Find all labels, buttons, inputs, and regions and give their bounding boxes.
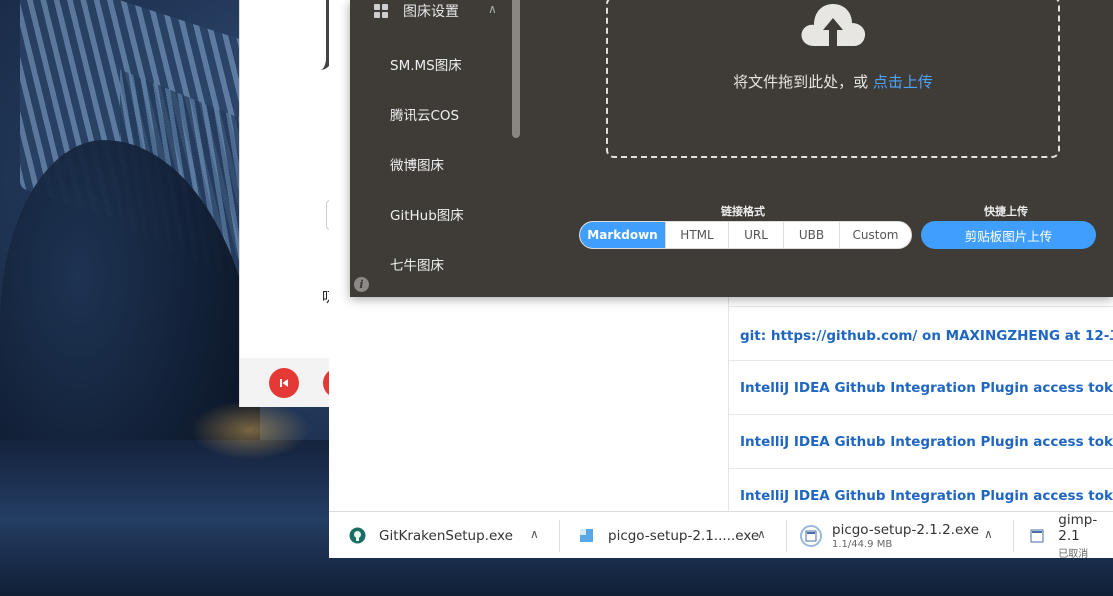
grid-icon: [374, 4, 388, 18]
skip-previous-icon: [280, 379, 288, 387]
feed-item[interactable]: git: https://github.com/ on MAXINGZHENG …: [729, 307, 1113, 361]
download-separator: [1013, 520, 1014, 552]
skip-previous-button[interactable]: [269, 368, 299, 398]
download-status-text: 已取消: [1058, 548, 1089, 560]
file-icon: [1029, 527, 1045, 545]
downloads-bar: GitKrakenSetup.exe ∧ picgo-setup-2.1....…: [329, 511, 1113, 560]
sidebar-group-label: 图床设置: [403, 4, 459, 20]
chevron-up-icon[interactable]: ∧: [488, 2, 497, 16]
activity-feed: git: https://github.com/ on MAXINGZHENG …: [729, 297, 1113, 511]
cloud-upload-icon: [801, 4, 866, 46]
link-format-label: 链接格式: [721, 205, 765, 218]
download-filename: picgo-setup-2.1.....exe: [608, 527, 760, 544]
download-separator: [559, 520, 560, 552]
format-option-markdown[interactable]: Markdown: [580, 222, 666, 248]
download-filename: GitKrakenSetup.exe: [379, 527, 513, 544]
feed-item[interactable]: IntelliJ IDEA Github Integration Plugin …: [729, 415, 1113, 469]
format-option-ubb[interactable]: UBB: [784, 222, 840, 248]
picgo-window: 图床设置 ∧ SM.MS图床 腾讯云COS 微博图床 GitHub图床 七牛图床…: [350, 0, 1113, 297]
download-separator: [786, 520, 787, 552]
sidebar-scrollbar[interactable]: [512, 0, 520, 138]
wallpaper-lantern-glow: [190, 400, 310, 460]
download-progress-icon: [800, 524, 822, 547]
feed-item-title[interactable]: IntelliJ IDEA Github Integration Plugin …: [740, 380, 1113, 396]
download-item[interactable]: picgo-setup-2.1.2.exe 1.1/44.9 MB: [800, 512, 979, 559]
chevron-up-icon[interactable]: ∧: [530, 527, 539, 541]
click-upload-link[interactable]: 点击上传: [873, 73, 933, 91]
sidebar-group-image-host-settings[interactable]: 图床设置: [374, 0, 459, 22]
feed-item[interactable]: [729, 297, 1113, 307]
format-option-url[interactable]: URL: [729, 222, 784, 248]
music-player-window: 叨: [239, 0, 353, 407]
chevron-up-icon[interactable]: ∧: [984, 527, 993, 541]
picgo-sidebar: 图床设置 ∧ SM.MS图床 腾讯云COS 微博图床 GitHub图床 七牛图床…: [350, 0, 520, 297]
download-item[interactable]: GitKrakenSetup.exe: [348, 512, 513, 559]
feed-item-title[interactable]: IntelliJ IDEA Github Integration Plugin …: [740, 434, 1113, 450]
clipboard-upload-button[interactable]: 剪贴板图片上传: [921, 221, 1096, 249]
link-format-selector: Markdown HTML URL UBB Custom: [579, 221, 912, 249]
info-icon[interactable]: i: [354, 277, 369, 292]
feed-item-title[interactable]: git: https://github.com/ on MAXINGZHENG …: [740, 324, 1113, 344]
feed-item[interactable]: IntelliJ IDEA Github Integration Plugin …: [729, 361, 1113, 415]
chevron-up-icon[interactable]: ∧: [757, 527, 766, 541]
format-option-custom[interactable]: Custom: [840, 222, 911, 248]
download-filename: gimp-2.1: [1058, 511, 1098, 544]
quick-upload-label: 快捷上传: [984, 205, 1028, 218]
gitkraken-icon: [348, 527, 366, 545]
download-filename: picgo-setup-2.1.2.exe: [832, 521, 979, 538]
sidebar-item-tencent-cos[interactable]: 腾讯云COS: [390, 104, 459, 124]
sidebar-item-qiniu[interactable]: 七牛图床: [390, 254, 444, 274]
sidebar-item-github[interactable]: GitHub图床: [390, 204, 464, 224]
sidebar-item-weibo[interactable]: 微博图床: [390, 154, 444, 174]
installer-file-icon: [577, 527, 595, 545]
sidebar-item-smms[interactable]: SM.MS图床: [390, 54, 462, 74]
download-item[interactable]: picgo-setup-2.1.....exe: [577, 512, 759, 559]
feed-item[interactable]: IntelliJ IDEA Github Integration Plugin …: [729, 469, 1113, 511]
download-progress-text: 1.1/44.9 MB: [832, 538, 893, 550]
download-item[interactable]: gimp-2.1 已取消: [1029, 511, 1113, 560]
feed-item-title[interactable]: IntelliJ IDEA Github Integration Plugin …: [740, 488, 1113, 504]
format-option-html[interactable]: HTML: [666, 222, 729, 248]
